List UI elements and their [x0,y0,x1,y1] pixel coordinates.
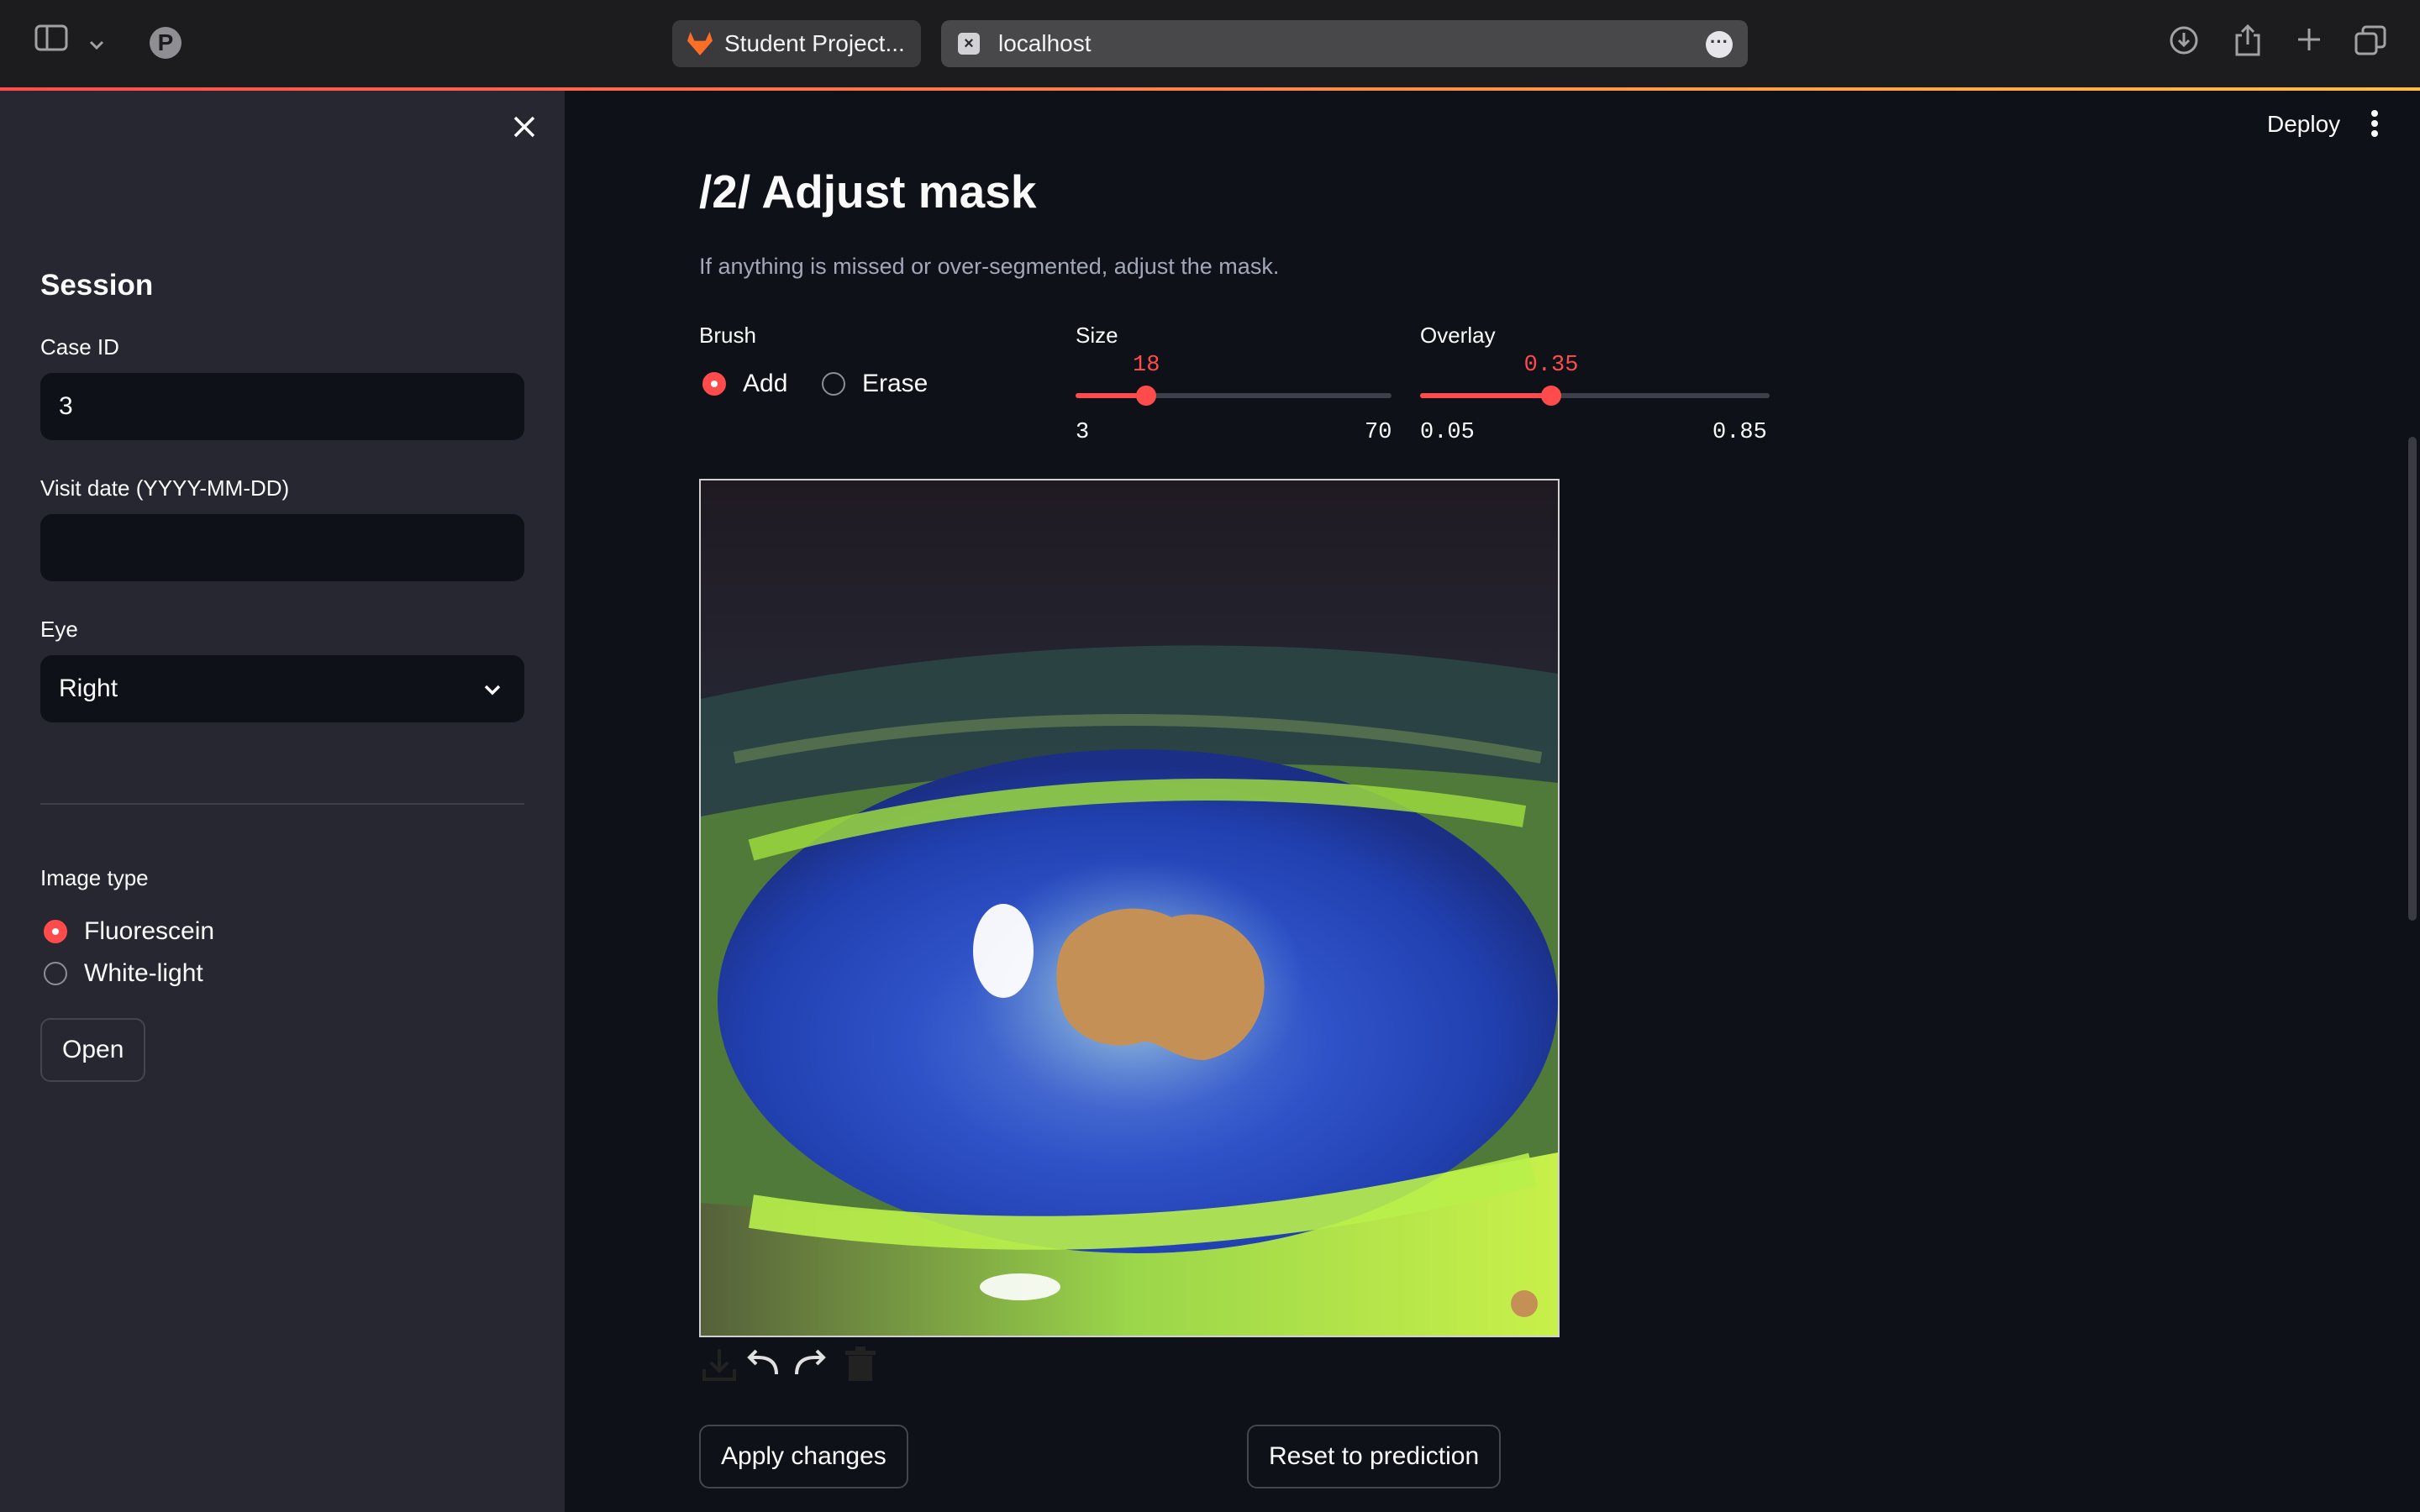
new-tab-icon[interactable] [2292,25,2326,62]
radio-selected-icon [702,372,726,396]
radio-brush-add[interactable]: Add [702,370,787,398]
radio-brush-erase[interactable]: Erase [822,370,928,398]
case-id-input[interactable]: 3 [40,373,524,440]
chevron-down-icon [482,655,502,722]
browser-toolbar: P Student Project... × localhost ··· [0,0,2420,87]
slider-min-label: 0.05 [1420,420,1475,445]
slider-thumb[interactable] [1541,386,1561,406]
sidebar-divider [40,803,524,805]
chevron-down-icon[interactable] [86,24,108,60]
open-button[interactable]: Open [40,1018,146,1082]
undo-icon[interactable] [743,1344,783,1384]
size-label: Size [1076,323,1118,348]
radio-label: Erase [862,370,929,397]
more-icon[interactable]: ··· [1706,31,1733,58]
eye-select-value: Right [59,675,118,702]
size-slider[interactable]: 18 [1076,353,1392,406]
visit-date-input[interactable] [40,514,524,581]
tab-label: Student Project... [724,30,905,56]
radio-white-light[interactable]: White-light [44,959,203,988]
reset-to-prediction-button[interactable]: Reset to prediction [1247,1425,1502,1488]
trash-icon[interactable] [840,1344,881,1384]
brush-label: Brush [699,323,756,348]
main-menu-icon[interactable] [2370,109,2380,145]
slider-thumb[interactable] [1136,386,1157,406]
download-icon[interactable] [699,1344,739,1384]
image-type-label: Image type [40,865,149,890]
eye-image [701,480,1558,1336]
apply-changes-button[interactable]: Apply changes [699,1425,908,1488]
sidebar: Session Case ID 3 Visit date (YYYY-MM-DD… [0,91,565,1512]
sidebar-toggle-icon[interactable] [32,24,71,60]
slider-value: 18 [1133,353,1160,378]
slider-value: 0.35 [1523,353,1579,378]
radio-fluorescein[interactable]: Fluorescein [44,917,214,946]
slider-track [1076,386,1392,406]
deploy-button[interactable]: Deploy [2267,111,2340,138]
page-caption: If anything is missed or over-segmented,… [699,254,1280,279]
tab-student-project[interactable]: Student Project... [672,20,921,67]
eye-select[interactable]: Right [40,655,524,722]
radio-label: Add [743,370,788,397]
redo-icon[interactable] [790,1344,830,1384]
slider-min-label: 3 [1076,420,1090,445]
tab-overview-icon[interactable] [2353,25,2388,65]
visit-date-label: Visit date (YYYY-MM-DD) [40,475,290,501]
mask-drawing-canvas[interactable] [699,479,1560,1337]
favicon-icon: × [958,33,980,55]
radio-label: Fluorescein [84,917,215,945]
overlay-slider[interactable]: 0.35 [1420,353,1770,406]
eye-label: Eye [40,617,78,642]
page-scrollbar[interactable] [2408,437,2417,921]
close-sidebar-icon[interactable] [504,109,544,150]
radio-unselected-icon [44,962,67,985]
slider-track [1420,386,1770,406]
session-heading: Session [40,269,154,302]
tab-label: localhost [998,30,1092,56]
case-id-label: Case ID [40,334,119,360]
share-icon[interactable] [2230,24,2265,66]
radio-unselected-icon [822,372,845,396]
slider-max-label: 70 [1365,420,1392,445]
download-icon[interactable] [2166,25,2202,65]
page-title: /2/ Adjust mask [699,165,1037,218]
gitlab-icon [687,32,713,55]
pinterest-icon[interactable]: P [150,27,182,59]
slider-fill [1420,393,1551,398]
tab-localhost[interactable]: × localhost ··· [941,20,1748,67]
slider-max-label: 0.85 [1712,420,1767,445]
radio-label: White-light [84,959,203,987]
radio-selected-icon [44,920,67,943]
overlay-label: Overlay [1420,323,1496,348]
